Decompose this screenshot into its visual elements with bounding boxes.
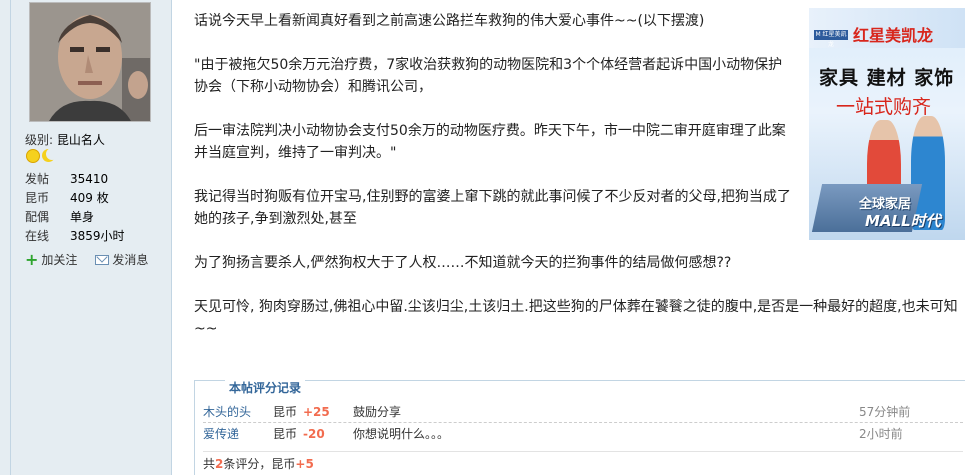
user-actions: + 加关注 发消息 bbox=[25, 251, 148, 268]
rating-reason: 鼓励分享 bbox=[353, 405, 402, 419]
stat-value: 3859小时 bbox=[70, 229, 125, 243]
user-stats: 发帖 35410 昆币 409 枚 配偶 单身 在线 3859小时 bbox=[25, 170, 125, 246]
plus-icon: + bbox=[25, 249, 39, 269]
rating-record-box: 本帖评分记录 木头的头 昆币 +25 鼓励分享 57分钟前 爱传递 昆币 -20… bbox=[194, 380, 965, 475]
post-paragraph: 我记得当时狗贩有位开宝马,住别野的富婆上窜下跳的就此事问候了不少反对者的父母,把… bbox=[194, 189, 791, 227]
rating-currency: 昆币 bbox=[273, 427, 298, 441]
post-paragraph: 后一审法院判决小动物协会支付50余万的动物医疗费。昨天下午，市一中院二审开庭审理… bbox=[194, 123, 786, 161]
ad-brand: 红星美凯龙 bbox=[853, 26, 934, 45]
summary-text: 条评分，昆币 bbox=[223, 457, 296, 471]
user-info-panel: 级别: 昆山名人 发帖 35410 昆币 409 枚 配偶 单身 在线 3859… bbox=[0, 0, 172, 475]
ad-logo: M 红星美凯龙 bbox=[814, 30, 848, 48]
follow-label: 加关注 bbox=[41, 253, 78, 267]
stat-label: 发帖 bbox=[25, 172, 50, 186]
stat-label: 在线 bbox=[25, 229, 50, 243]
send-message-button[interactable]: 发消息 bbox=[95, 251, 148, 268]
rating-reason: 你想说明什么。。。 bbox=[353, 427, 450, 441]
post-paragraph: 话说今天早上看新闻真好看到之前高速公路拦车救狗的伟大爱心事件~~(以下摆渡) bbox=[194, 13, 705, 29]
rating-currency: 昆币 bbox=[273, 405, 298, 419]
rating-row: 爱传递 昆币 -20 你想说明什么。。。 2小时前 bbox=[203, 423, 963, 445]
rating-time: 2小时前 bbox=[859, 427, 903, 441]
rank-name: 昆山名人 bbox=[56, 133, 105, 147]
sun-icon bbox=[26, 149, 40, 163]
rating-points: -20 bbox=[303, 427, 325, 441]
sidebar-divider bbox=[10, 0, 11, 475]
ad-headline: 家具 建材 家饰 bbox=[819, 67, 955, 89]
envelope-icon bbox=[95, 254, 110, 265]
stat-value: 35410 bbox=[70, 172, 109, 186]
summary-prefix: 共 bbox=[203, 457, 216, 471]
rater-link[interactable]: 爱传递 bbox=[203, 423, 239, 445]
stat-online: 在线 3859小时 bbox=[25, 227, 125, 246]
stat-label: 配偶 bbox=[25, 210, 50, 224]
post-paragraph: 为了狗扬言要杀人,俨然狗权大于了人权……不知道就今天的拦狗事件的结局做何感想?? bbox=[194, 255, 732, 271]
post-paragraph: "由于被拖欠50余万元治疗费，7家收治获救狗的动物医院和3个个体经营者起诉中国小… bbox=[194, 57, 783, 95]
advertisement-banner[interactable]: M 红星美凯龙 红星美凯龙 家具 建材 家饰 一站式购齐 全球家居 MALL时代 bbox=[809, 8, 965, 240]
rating-summary: 共2条评分，昆币+5 bbox=[203, 451, 963, 475]
rating-time: 57分钟前 bbox=[859, 405, 911, 419]
stat-coins: 昆币 409 枚 bbox=[25, 189, 125, 208]
moon-icon bbox=[41, 148, 58, 163]
rating-title[interactable]: 本帖评分记录 bbox=[225, 380, 306, 396]
ad-slogan: MALL时代 bbox=[865, 212, 941, 230]
rating-row: 木头的头 昆币 +25 鼓励分享 57分钟前 bbox=[203, 401, 963, 423]
post-body: 话说今天早上看新闻真好看到之前高速公路拦车救狗的伟大爱心事件~~(以下摆渡) "… bbox=[194, 10, 958, 362]
user-rank: 级别: 昆山名人 bbox=[25, 131, 105, 148]
message-label: 发消息 bbox=[112, 253, 149, 267]
stat-posts: 发帖 35410 bbox=[25, 170, 125, 189]
rating-points: +25 bbox=[303, 405, 330, 419]
stat-value: 409 枚 bbox=[70, 191, 109, 205]
stat-value: 单身 bbox=[70, 210, 95, 224]
ad-subheadline: 一站式购齐 bbox=[836, 96, 932, 118]
stat-spouse: 配偶 单身 bbox=[25, 208, 125, 227]
rank-label: 级别: bbox=[25, 133, 54, 147]
avatar[interactable] bbox=[29, 2, 151, 122]
summary-total: +5 bbox=[295, 457, 314, 471]
rater-link[interactable]: 木头的头 bbox=[203, 401, 251, 423]
stat-label: 昆币 bbox=[25, 191, 50, 205]
rank-stars bbox=[26, 148, 58, 163]
post-paragraph: 天见可怜, 狗肉穿肠过,佛祖心中留.尘该归尘,土该归土.把这些狗的尸体葬在饕餮之… bbox=[194, 299, 958, 337]
follow-button[interactable]: + 加关注 bbox=[25, 251, 77, 268]
